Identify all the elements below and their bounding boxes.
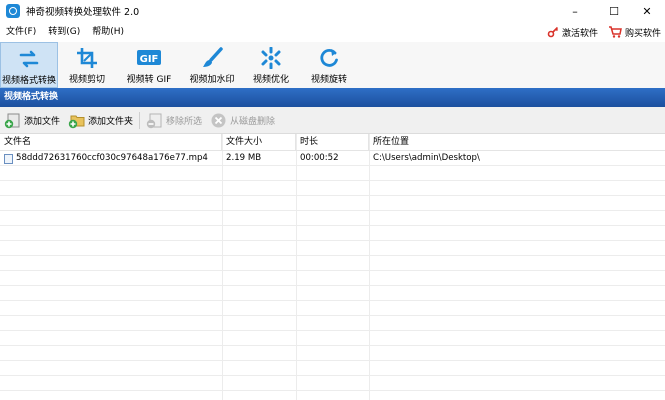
maximize-button[interactable]: ☐ xyxy=(596,0,632,22)
duration-cell: 00:00:52 xyxy=(300,153,339,163)
close-button[interactable]: ✕ xyxy=(629,0,665,22)
tool-label: 视频加水印 xyxy=(189,75,235,85)
menu-file[interactable]: 文件(F) xyxy=(0,22,42,42)
header-file-name[interactable]: 文件名 xyxy=(0,134,222,151)
add-file-icon xyxy=(4,112,21,129)
tool-add-watermark[interactable]: 视频加水印 xyxy=(182,42,242,88)
tool-video-to-gif[interactable]: GIF 视频转 GIF xyxy=(116,42,182,88)
remove-icon xyxy=(146,112,163,129)
column-divider xyxy=(222,134,223,400)
add-folder-icon xyxy=(68,112,85,129)
rotate-icon xyxy=(316,46,342,70)
add-folder-label: 添加文件夹 xyxy=(88,116,134,127)
window-title: 神奇视频转换处理软件 2.0 xyxy=(26,7,140,18)
main-toolbar: 视频格式转换 视频剪切 GIF 视频转 GIF 视频加水印 视频优化 视频旋转 xyxy=(0,42,665,88)
file-name-text: 58ddd72631760ccf030c97648a176e77.mp4 xyxy=(16,153,208,163)
activate-software-label: 激活软件 xyxy=(561,28,598,39)
header-location[interactable]: 所在位置 xyxy=(369,134,665,151)
top-right-links: 激活软件 购买软件 xyxy=(547,22,661,42)
action-bar: 添加文件 添加文件夹 移除所选 从磁盘删除 xyxy=(0,107,665,134)
minimize-button[interactable]: – xyxy=(557,0,593,22)
title-bar: 神奇视频转换处理软件 2.0 – ☐ ✕ xyxy=(0,0,665,22)
menu-goto[interactable]: 转到(G) xyxy=(42,22,86,42)
remove-selected-button[interactable]: 移除所选 xyxy=(142,107,206,134)
brush-icon xyxy=(199,46,225,70)
delete-icon xyxy=(210,112,227,129)
tool-label: 视频格式转换 xyxy=(1,76,56,86)
delete-from-disk-button[interactable]: 从磁盘删除 xyxy=(206,107,279,134)
remove-selected-label: 移除所选 xyxy=(166,116,203,127)
crop-icon xyxy=(74,46,100,70)
gif-icon: GIF xyxy=(136,46,162,70)
tool-video-cut[interactable]: 视频剪切 xyxy=(58,42,116,88)
cart-icon xyxy=(608,26,622,38)
add-file-label: 添加文件 xyxy=(24,116,61,127)
column-divider xyxy=(369,134,370,400)
table-grid xyxy=(0,151,665,400)
buy-software-label: 购买软件 xyxy=(624,28,661,39)
tool-label: 视频转 GIF xyxy=(126,75,172,85)
activate-software-link[interactable]: 激活软件 xyxy=(547,26,598,39)
tool-video-rotate[interactable]: 视频旋转 xyxy=(300,42,358,88)
key-icon xyxy=(547,26,559,38)
file-size-cell: 2.19 MB xyxy=(226,153,262,163)
video-file-icon xyxy=(4,153,13,164)
menu-help[interactable]: 帮助(H) xyxy=(86,22,130,42)
tool-format-convert[interactable]: 视频格式转换 xyxy=(0,42,58,88)
section-title: 视频格式转换 xyxy=(0,88,665,107)
column-divider xyxy=(296,134,297,400)
add-folder-button[interactable]: 添加文件夹 xyxy=(64,107,137,134)
table-header: 文件名 文件大小 时长 所在位置 xyxy=(0,134,665,151)
location-cell: C:\Users\admin\Desktop\ xyxy=(373,153,480,163)
table-row[interactable]: 58ddd72631760ccf030c97648a176e77.mp4 2.1… xyxy=(0,151,665,166)
optimize-icon xyxy=(258,46,284,70)
app-logo-icon xyxy=(6,4,20,18)
action-divider xyxy=(139,111,141,129)
header-duration[interactable]: 时长 xyxy=(296,134,369,151)
file-table: 文件名 文件大小 时长 所在位置 58ddd72631760ccf030c976… xyxy=(0,134,665,400)
convert-icon xyxy=(16,47,42,71)
file-name-cell: 58ddd72631760ccf030c97648a176e77.mp4 xyxy=(0,151,222,166)
add-file-button[interactable]: 添加文件 xyxy=(0,107,64,134)
tool-label: 视频旋转 xyxy=(310,75,347,85)
buy-software-link[interactable]: 购买软件 xyxy=(608,26,661,39)
tool-video-optimize[interactable]: 视频优化 xyxy=(242,42,300,88)
tool-label: 视频优化 xyxy=(252,75,289,85)
delete-from-disk-label: 从磁盘删除 xyxy=(230,116,276,127)
tool-label: 视频剪切 xyxy=(68,75,105,85)
svg-text:GIF: GIF xyxy=(140,54,159,65)
header-file-size[interactable]: 文件大小 xyxy=(222,134,296,151)
